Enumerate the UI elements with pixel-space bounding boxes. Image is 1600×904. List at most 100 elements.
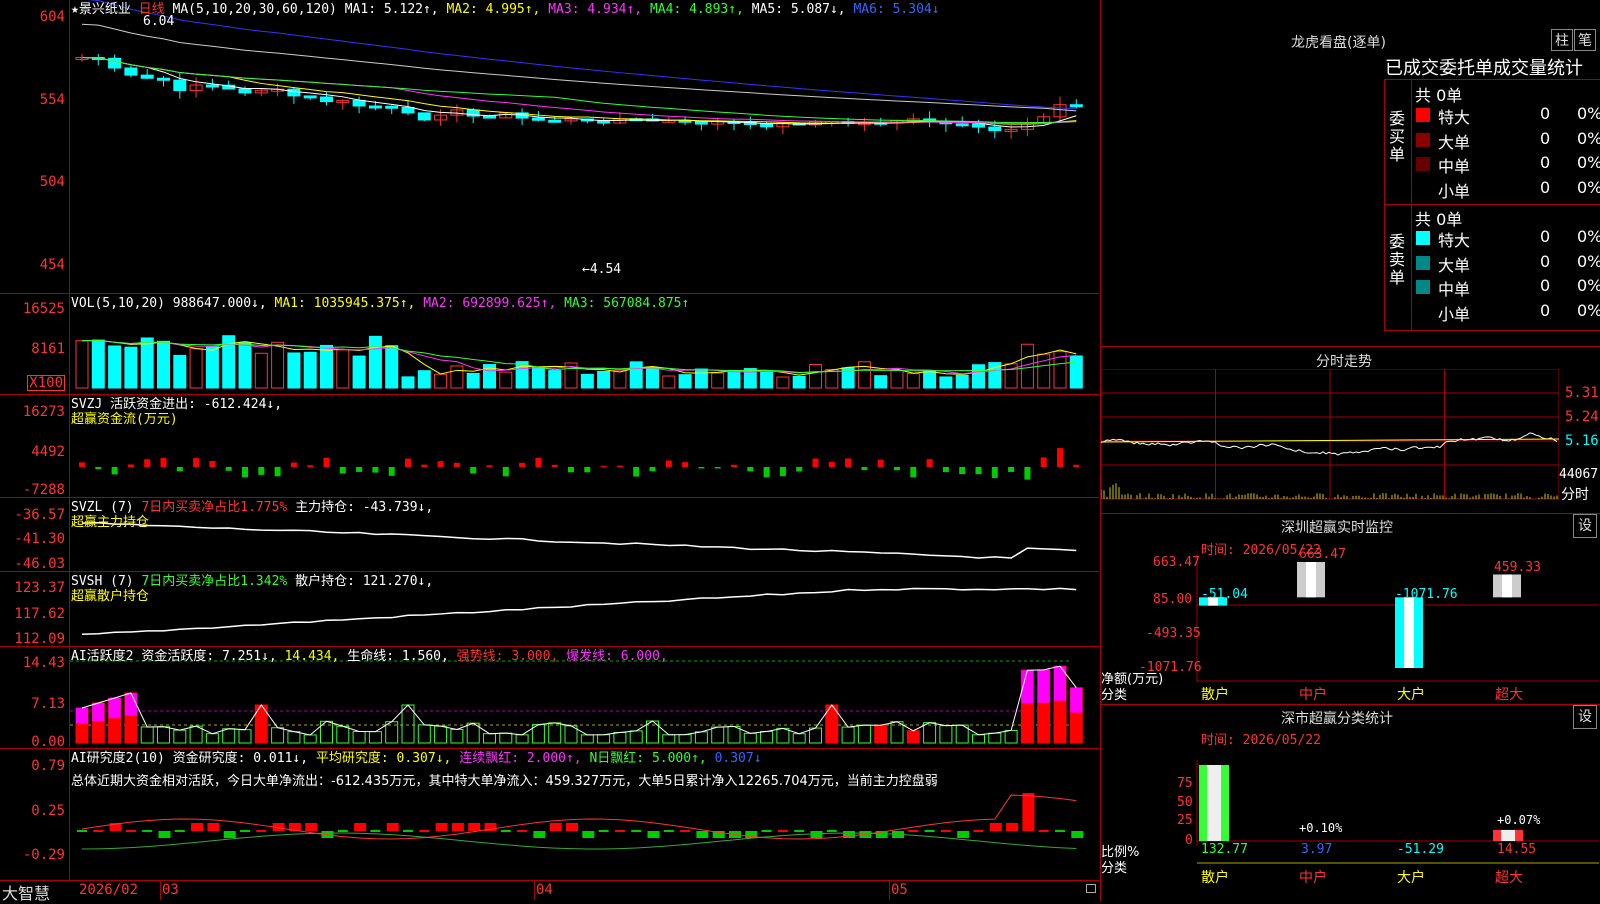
svzj-title: SVZJ xyxy=(71,397,103,412)
activity-bar xyxy=(499,732,513,744)
flow-bar xyxy=(339,467,346,474)
vol-bar xyxy=(531,366,545,389)
flow-bar xyxy=(307,465,314,467)
kline-y-label: 554 xyxy=(39,92,65,108)
ai-research-panel[interactable]: 0.79 0.25 -0.29 AI研究度2(10) 资金研究度: 0.011↓… xyxy=(0,749,1099,881)
research-bar xyxy=(973,830,984,832)
flow-bar xyxy=(551,464,558,467)
volume-panel[interactable]: 16525 8161 X100 VOL(5,10,20) 988647.000↓… xyxy=(0,294,1099,395)
research-bar xyxy=(598,830,609,832)
activity-bar xyxy=(613,731,627,744)
kline-chart[interactable] xyxy=(70,0,1099,293)
intraday-title: 分时走势 xyxy=(1316,354,1372,370)
svzl-panel[interactable]: -36.57 -41.30 -46.03 SVZL (7) 7日内买卖净占比1.… xyxy=(0,498,1099,572)
research-bar xyxy=(1006,823,1019,831)
ai2-b: 平均研究度: 0.307↓, xyxy=(315,751,452,766)
lock-icon[interactable] xyxy=(1086,884,1096,893)
research-bar xyxy=(142,830,153,832)
activity-bar xyxy=(743,732,757,744)
research-bar xyxy=(924,830,935,832)
szm-bar-highlight xyxy=(1404,597,1414,668)
ai1-a: 资金活跃度: 7.251↓, xyxy=(141,649,277,664)
activity-bar xyxy=(1004,729,1018,744)
color-swatch xyxy=(1416,231,1430,245)
ai2-chart[interactable] xyxy=(70,749,1099,880)
svzj-subtitle: 超赢资金流(万元) xyxy=(71,412,178,427)
ma-line xyxy=(81,57,1077,125)
szm-bar-highlight xyxy=(1502,574,1512,598)
ai-activity-panel[interactable]: 14.43 7.13 0.00 AI活跃度2 资金活跃度: 7.251↓, 14… xyxy=(0,647,1099,749)
favorite-star-icon[interactable]: ★ xyxy=(71,2,79,17)
brand-label: 大智慧 xyxy=(2,884,51,903)
svzl-y-axis: -36.57 -41.30 -46.03 xyxy=(0,498,70,571)
date-tick xyxy=(889,880,890,900)
research-bar xyxy=(517,830,528,832)
flow-bar xyxy=(258,467,265,475)
svsh-title: SVSH (7) xyxy=(71,574,134,589)
activity-bar xyxy=(972,734,985,744)
kline-panel[interactable]: 604 554 504 454 ★景兴纸业 日线 MA(5,10,20,30,6… xyxy=(0,0,1099,294)
flow-bar xyxy=(926,459,933,467)
tick-view-button[interactable]: 笔 xyxy=(1574,29,1596,51)
ai2-e: 0.307↓ xyxy=(714,751,762,766)
intraday-chart[interactable] xyxy=(1101,369,1559,509)
vol-bar xyxy=(140,337,154,389)
ai1-title: AI活跃度2 xyxy=(71,649,134,664)
class-stats-panel[interactable]: 深市超赢分类统计 设 时间: 2026/05/22 75 50 25 0 比例%… xyxy=(1100,704,1600,901)
svsh-panel[interactable]: 123.37 117.62 112.09 SVSH (7) 7日内买卖净占比1.… xyxy=(0,572,1099,647)
vol-bar xyxy=(238,342,252,389)
lhb-count: 0 xyxy=(1540,227,1551,246)
flow-bar xyxy=(975,467,982,475)
color-swatch xyxy=(1416,157,1430,171)
activity-bar xyxy=(874,724,888,744)
ma6-value: MA6: 5.304↓ xyxy=(853,2,940,17)
flow-bar xyxy=(894,467,900,471)
svzl-title-bar: SVZL (7) 7日内买卖净占比1.775% 主力持仓: -43.739↓, xyxy=(71,500,433,515)
column-view-button[interactable]: 柱 xyxy=(1551,29,1573,51)
svzj-panel[interactable]: 16273 4492 -7288 SVZJ 活跃资金进出: -612.424↓,… xyxy=(0,395,1099,498)
ai1-y-label: 7.13 xyxy=(31,696,65,712)
flow-bar xyxy=(225,467,232,471)
vol-bar xyxy=(760,371,774,389)
activity-bar xyxy=(906,730,920,744)
kline-title-bar: ★景兴纸业 日线 MA(5,10,20,30,60,120) MA1: 5.12… xyxy=(71,2,940,17)
flow-bar xyxy=(1024,467,1031,480)
sz-monitor-panel[interactable]: 深圳超赢实时监控 设 时间: 2026/05/22 663.47 85.00 -… xyxy=(1100,513,1600,704)
cls-value-label: -51.29 xyxy=(1397,842,1444,857)
class-stats-chart[interactable] xyxy=(1101,705,1599,901)
research-bar xyxy=(663,830,674,832)
flow-bar xyxy=(209,460,216,467)
lhb-pct: 0% xyxy=(1577,153,1600,172)
ma-line xyxy=(81,57,1077,124)
activity-bar xyxy=(238,729,252,744)
intraday-vol-label: 44067 xyxy=(1559,467,1599,482)
ma3-value: MA3: 4.934↑, xyxy=(548,2,643,17)
lhb-name: 特大 xyxy=(1438,231,1471,250)
flow-bar xyxy=(910,467,917,478)
kline-low-mark: ←4.54 xyxy=(582,262,622,277)
lhb-count: 0 xyxy=(1540,276,1551,295)
research-bar xyxy=(761,830,772,832)
activity-bar xyxy=(857,724,871,744)
stock-name[interactable]: 景兴纸业 xyxy=(79,2,131,17)
flow-bar xyxy=(470,467,477,474)
vol-bar xyxy=(809,364,822,389)
activity-bar xyxy=(157,726,170,744)
flow-bar xyxy=(714,467,721,469)
lhb-table: 委买单 委卖单 共 0单 共 0单 特大 0 0% 大单 0 0% 中单 0 0% 小单 0 0% 特… xyxy=(1384,79,1600,331)
lhb-name: 大单 xyxy=(1438,132,1471,152)
vol-bar xyxy=(727,369,741,389)
cls-bar-highlight xyxy=(1501,829,1515,841)
flow-bar xyxy=(568,467,574,473)
intraday-panel[interactable]: 分时走势 5.31 5.24 5.16 44067 分时 xyxy=(1100,346,1600,513)
cls-category: 中户 xyxy=(1299,870,1327,886)
svzj-y-label: 16273 xyxy=(22,404,65,420)
vol-bar xyxy=(336,349,350,389)
activity-bar xyxy=(760,730,774,744)
activity-bar xyxy=(515,734,529,744)
research-bar xyxy=(435,823,448,831)
lhb-name: 特大 xyxy=(1438,108,1471,127)
svzl-line xyxy=(81,521,1077,559)
vol-bar xyxy=(189,348,203,389)
sz-monitor-chart[interactable] xyxy=(1101,514,1599,704)
